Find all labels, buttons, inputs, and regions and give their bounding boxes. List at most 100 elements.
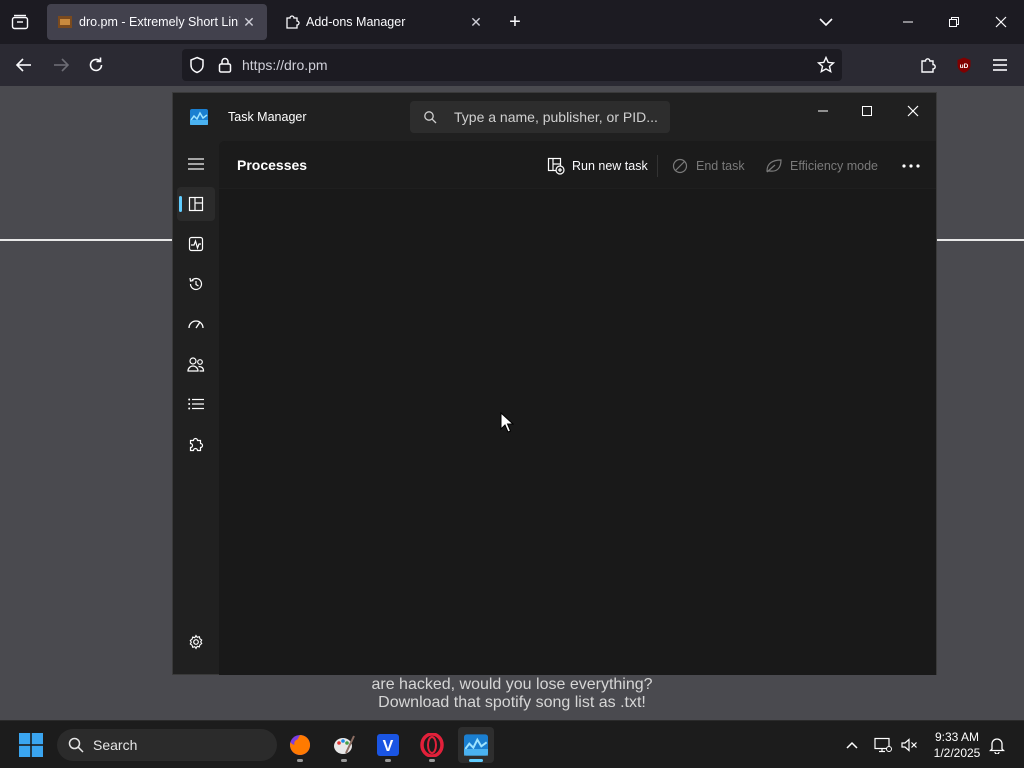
- url-text[interactable]: https://dro.pm: [242, 57, 328, 73]
- star-bookmark-icon[interactable]: [817, 56, 835, 74]
- efficiency-mode-button[interactable]: Efficiency mode: [765, 153, 878, 179]
- browser-nav-bar: https://dro.pm uD: [0, 44, 1024, 86]
- taskbar-app-task-manager[interactable]: [458, 727, 494, 763]
- page-title: Processes: [237, 157, 308, 173]
- search-label: Search: [93, 737, 138, 753]
- taskbar-app-opera[interactable]: [414, 727, 450, 763]
- list-icon: [188, 398, 204, 410]
- notifications-button[interactable]: [985, 733, 1009, 757]
- list-all-tabs-button[interactable]: [814, 10, 838, 34]
- new-tab-button[interactable]: +: [503, 10, 527, 34]
- chevron-down-icon: [819, 18, 833, 27]
- browser-close-button[interactable]: [987, 8, 1015, 36]
- bell-icon: [989, 738, 1005, 754]
- page-text-line: Download that spotify song list as .txt!: [378, 694, 646, 711]
- users-icon: [187, 357, 205, 372]
- v-app-icon: V: [377, 734, 399, 756]
- tab-title: Add-ons Manager: [306, 15, 406, 29]
- taskbar-search-box[interactable]: Search: [57, 729, 277, 761]
- taskbar-app-paint[interactable]: [326, 727, 362, 763]
- hamburger-menu-icon: [993, 59, 1007, 71]
- windows-start-icon[interactable]: [19, 733, 43, 757]
- opera-icon: [420, 733, 444, 757]
- browser-minimize-button[interactable]: [894, 8, 922, 36]
- taskbar-app-firefox[interactable]: [282, 727, 318, 763]
- end-task-label: End task: [696, 159, 745, 173]
- task-manager-app-icon: [190, 109, 208, 125]
- chevron-up-icon: [846, 741, 858, 749]
- leaf-icon: [765, 157, 783, 175]
- svg-text:uD: uD: [960, 63, 969, 70]
- more-horizontal-icon: [902, 164, 920, 168]
- sidebar-item-users[interactable]: [177, 347, 215, 381]
- svg-text:V: V: [383, 738, 394, 755]
- efficiency-mode-label: Efficiency mode: [790, 159, 879, 173]
- lock-icon[interactable]: [216, 56, 234, 74]
- firefox-view-icon: [11, 14, 29, 30]
- firefox-icon: [290, 734, 311, 755]
- run-new-task-button[interactable]: Run new task: [547, 153, 648, 179]
- taskbar-app-vivaldi[interactable]: V: [370, 727, 406, 763]
- volume-tray-button[interactable]: [897, 733, 921, 757]
- app-menu-button[interactable]: [987, 52, 1013, 78]
- arrow-right-icon: [54, 58, 70, 72]
- speedometer-icon: [188, 320, 204, 329]
- close-tab-icon[interactable]: ✕: [466, 12, 486, 32]
- running-indicator: [469, 759, 483, 762]
- task-manager-sidebar: [173, 141, 219, 675]
- sidebar-item-processes[interactable]: [177, 187, 215, 221]
- prohibited-icon: [671, 157, 689, 175]
- run-new-task-icon: [547, 157, 565, 175]
- reload-button[interactable]: [83, 52, 109, 78]
- sidebar-item-services[interactable]: [177, 427, 215, 461]
- speaker-muted-icon: [901, 738, 917, 752]
- navigation-menu-button[interactable]: [177, 147, 215, 181]
- processes-icon: [188, 196, 204, 212]
- process-search-box[interactable]: [410, 101, 670, 133]
- restore-icon: [949, 17, 959, 27]
- minimize-icon: [903, 21, 913, 23]
- tab-addons-manager[interactable]: Add-ons Manager ✕: [274, 4, 494, 40]
- more-options-button[interactable]: [900, 153, 922, 179]
- clock-time: 9:33 AM: [934, 730, 980, 744]
- reload-icon: [89, 57, 103, 72]
- ublock-origin-button[interactable]: uD: [951, 52, 977, 78]
- minimize-icon: [818, 110, 828, 112]
- close-button[interactable]: [895, 97, 931, 125]
- sidebar-item-settings[interactable]: [177, 625, 215, 659]
- shield-icon[interactable]: [188, 56, 206, 74]
- puzzle-piece-icon: [284, 14, 300, 30]
- sidebar-item-app-history[interactable]: [177, 267, 215, 301]
- network-tray-button[interactable]: [871, 733, 895, 757]
- ublock-origin-icon: uD: [957, 57, 971, 73]
- puzzle-piece-icon: [921, 58, 936, 73]
- selected-indicator: [179, 196, 182, 212]
- end-task-button[interactable]: End task: [671, 153, 745, 179]
- processes-page: Processes Run new task End task Efficien…: [219, 141, 936, 675]
- sidebar-item-details[interactable]: [177, 387, 215, 421]
- task-manager-title-bar[interactable]: Task Manager: [173, 93, 936, 141]
- plus-icon: +: [509, 10, 521, 33]
- clock-date: 1/2/2025: [933, 746, 981, 760]
- system-clock[interactable]: 9:33 AM 1/2/2025: [925, 729, 989, 761]
- browser-restore-button[interactable]: [940, 8, 968, 36]
- hamburger-menu-icon: [188, 158, 204, 170]
- running-indicator: [297, 759, 303, 762]
- arrow-left-icon: [15, 58, 31, 72]
- search-input[interactable]: [454, 107, 659, 127]
- extensions-button[interactable]: [915, 52, 941, 78]
- sidebar-item-startup-apps[interactable]: [177, 307, 215, 341]
- firefox-view-button[interactable]: [8, 10, 32, 34]
- sidebar-item-performance[interactable]: [177, 227, 215, 261]
- minimize-button[interactable]: [805, 97, 841, 125]
- url-bar[interactable]: https://dro.pm: [182, 49, 842, 81]
- dro-pm-favicon-icon: [57, 14, 73, 30]
- close-tab-icon[interactable]: ✕: [239, 12, 259, 32]
- running-indicator: [341, 759, 347, 762]
- back-button[interactable]: [11, 52, 37, 78]
- tab-dro-pm[interactable]: dro.pm - Extremely Short Links ✕: [47, 4, 267, 40]
- maximize-button[interactable]: [849, 97, 885, 125]
- forward-button[interactable]: [48, 52, 74, 78]
- running-indicator: [429, 759, 435, 762]
- show-hidden-icons-button[interactable]: [840, 733, 864, 757]
